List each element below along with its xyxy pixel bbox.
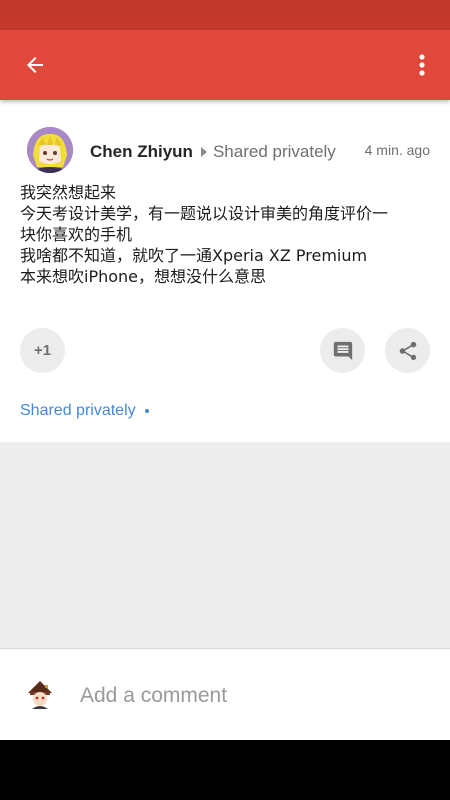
post-line: 我突然想起来: [20, 183, 117, 202]
author-name[interactable]: Chen Zhiyun: [90, 142, 193, 162]
plus-one-label: +1: [33, 342, 52, 359]
comment-button[interactable]: [320, 328, 365, 373]
share-icon: [399, 341, 416, 360]
more-vert-icon: [419, 54, 425, 76]
user-avatar-image: [28, 681, 52, 709]
comment-bar: [0, 648, 450, 740]
add-comment-input[interactable]: [80, 681, 410, 711]
more-options-button[interactable]: [406, 44, 438, 86]
shared-arrow-icon: [200, 147, 207, 157]
post-line: 块你喜欢的手机: [20, 225, 133, 244]
arrow-back-icon: [27, 57, 43, 73]
avatar-image: [27, 127, 73, 173]
post-line: 本来想吹iPhone，想想没什么意思: [20, 267, 267, 286]
system-nav-bar: [0, 740, 450, 800]
plus-one-button[interactable]: +1: [20, 328, 65, 373]
post-card: Chen Zhiyun Shared privately 4 min. ago …: [0, 100, 450, 648]
app-bar: [0, 30, 450, 100]
author-line: Chen Zhiyun Shared privately: [90, 140, 336, 164]
user-avatar: [24, 679, 56, 711]
dot-icon: [144, 409, 149, 413]
post-body: 我突然想起来 今天考设计美学，有一题说以设计审美的角度评价一 块你喜欢的手机 我…: [20, 182, 432, 287]
status-bar: [0, 0, 450, 30]
shared-privately-link[interactable]: Shared privately: [20, 402, 136, 420]
post-line: 今天考设计美学，有一题说以设计审美的角度评价一: [20, 204, 389, 223]
back-button[interactable]: [14, 44, 56, 86]
share-button[interactable]: [385, 328, 430, 373]
post-time: 4 min. ago: [364, 142, 430, 158]
shared-footer: Shared privately: [20, 402, 149, 420]
post-header: Chen Zhiyun Shared privately 4 min. ago: [0, 100, 450, 190]
author-avatar[interactable]: [27, 127, 73, 173]
visibility-label[interactable]: Shared privately: [213, 142, 336, 162]
post-line: 我啥都不知道，就吹了一通Xperia XZ Premium: [20, 246, 368, 265]
comment-icon: [333, 341, 352, 360]
empty-comments-area: [0, 442, 450, 648]
